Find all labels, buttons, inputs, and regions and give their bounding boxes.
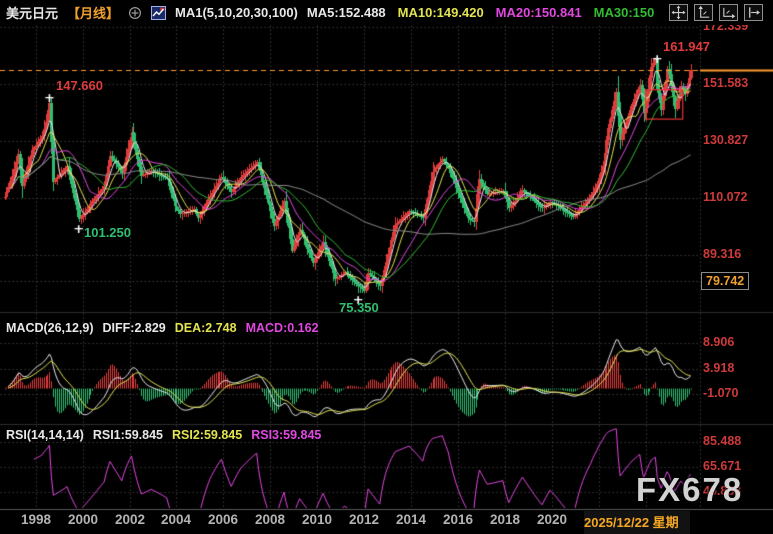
- candlestick-chart-canvas[interactable]: [0, 0, 773, 534]
- ma-legend-value: MA30:150: [594, 5, 655, 20]
- ma-settings-label: MA1(5,10,20,30,100): [175, 5, 298, 20]
- ma-legend: MA5:152.488 MA10:149.420 MA20:150.841 MA30:…: [307, 5, 654, 20]
- x-axis-scale-icon[interactable]: [719, 4, 738, 21]
- ma-legend-value: MA5:152.488: [307, 5, 386, 20]
- pan-move-icon[interactable]: [669, 4, 688, 21]
- ma-legend-value: MA10:149.420: [398, 5, 484, 20]
- period-label: 【月线】: [67, 3, 119, 22]
- symbol-title: 美元日元: [6, 3, 58, 22]
- chart-window: 美元日元 【月线】 MA1(5,10,20,30,100) MA5:152.48…: [0, 0, 773, 534]
- crosshair-add-icon[interactable]: [128, 6, 142, 20]
- indicator-settings-icon[interactable]: [151, 6, 166, 20]
- collapse-right-icon[interactable]: [744, 4, 763, 21]
- chart-toolbar: [669, 4, 763, 21]
- y-axis-scale-icon[interactable]: [694, 4, 713, 21]
- ma-legend-value: MA20:150.841: [496, 5, 582, 20]
- chart-header: 美元日元 【月线】 MA1(5,10,20,30,100) MA5:152.48…: [0, 0, 773, 25]
